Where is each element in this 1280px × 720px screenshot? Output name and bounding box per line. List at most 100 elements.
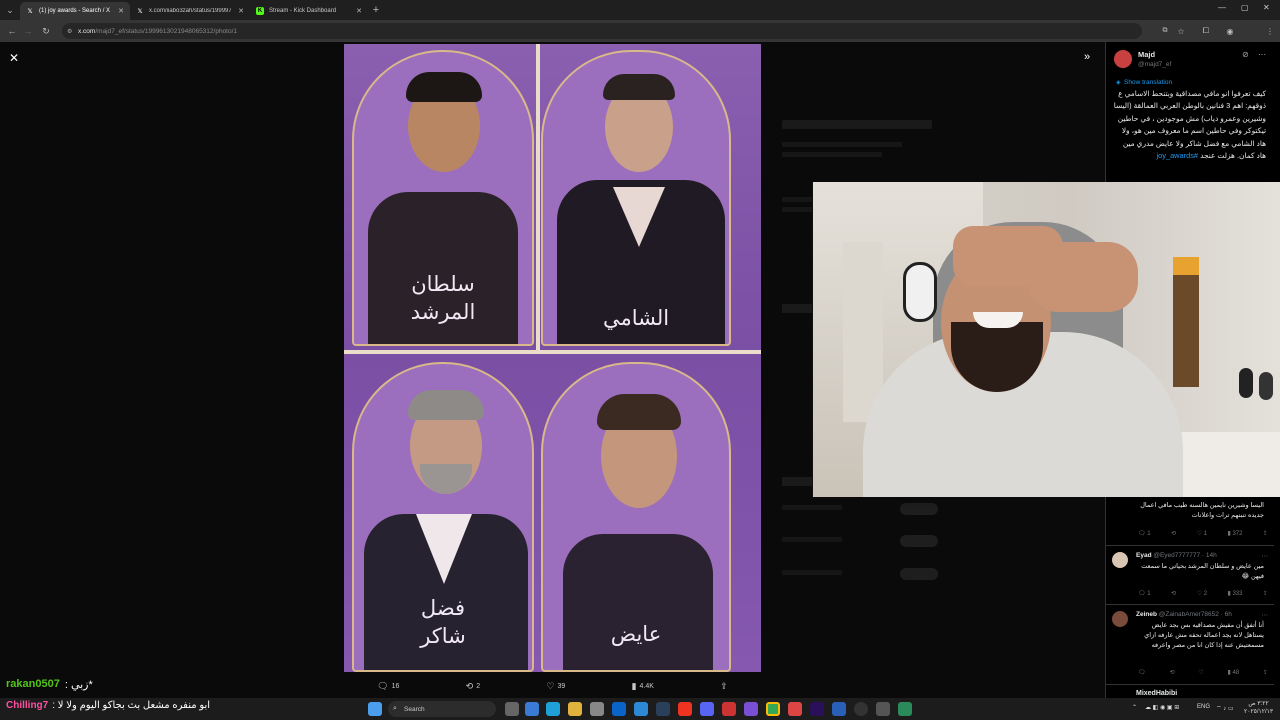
more-options-icon[interactable]: ⋯ [1258,50,1266,59]
premiere-icon[interactable] [810,702,824,716]
chrome-icon[interactable] [766,702,780,716]
share-icon[interactable]: ⇪ [1263,590,1268,597]
heart-icon[interactable]: ♡ 1 [1197,530,1207,537]
bookmark-star-icon[interactable]: ☆ [1173,27,1189,36]
more-options-icon[interactable]: ⋯ [1262,552,1269,560]
maximize-icon[interactable]: ▢ [1241,3,1249,12]
reply-icon[interactable]: 🗨 1 [1138,590,1151,597]
partial-reply-author[interactable]: MixedHabibi [1136,690,1177,697]
like-button[interactable]: ♡ 39 [546,681,565,692]
author-handle[interactable]: @majd7_ef [1138,61,1171,68]
app-icon[interactable] [788,702,802,716]
reply-item[interactable]: Eyad @Eyed7777777 · 14h ⋯ مين عايض و سلط… [1106,546,1274,605]
reply-stats: 🗨 1 ⟲ ♡ 2 ▮ 333 ⇪ [1138,590,1268,597]
views-chart-icon[interactable]: ▮ 372 [1227,530,1242,537]
translate-icon: ◈ [1116,80,1121,86]
views-button[interactable]: ▮ 4.4K [632,681,654,692]
edge-icon[interactable] [546,702,560,716]
discord-icon[interactable] [700,702,714,716]
reply-avatar[interactable] [1112,552,1128,568]
views-chart-icon[interactable]: ▮ 48 [1227,669,1239,676]
back-icon[interactable]: ← [4,26,20,36]
collapse-sidebar-icon[interactable]: » [1084,51,1090,63]
tab-kick-dashboard[interactable]: K Stream - Kick Dashboard ✕ [250,2,368,20]
share-icon[interactable]: ⇪ [1263,530,1268,537]
artist-name-line: شاكر [420,624,466,648]
taskbar-clock[interactable]: ٣:٢٢ ص ٢٠٢٥/١٢/١٣ [1244,700,1273,716]
reply-icon[interactable]: 🗨 [1138,669,1146,676]
repost-icon[interactable]: ⟲ [1171,590,1176,597]
tray-chevron-icon[interactable]: ⌃ [1132,704,1137,711]
tab-joy-awards-search[interactable]: 𝕏 (1) joy awards - Search / X ✕ [20,2,130,20]
profile-icon[interactable]: ◉ [1222,27,1238,36]
language-indicator[interactable]: ENG [1197,704,1210,710]
close-tab-icon[interactable]: ✕ [356,7,362,15]
repost-icon[interactable]: ⟲ [1169,669,1174,676]
tray-icons[interactable]: ☁ ◧ ◉ ▣ ⊞ [1145,704,1179,711]
app-icon[interactable] [832,702,846,716]
views-chart-icon[interactable]: ▮ 333 [1227,590,1242,597]
author-avatar[interactable] [1114,50,1132,68]
app-icon[interactable] [876,702,890,716]
heart-icon[interactable]: ♡ 2 [1197,590,1207,597]
app-icon[interactable] [744,702,758,716]
share-button[interactable]: ⇪ [720,681,728,692]
menu-icon[interactable]: ⋮ [1262,27,1278,36]
photos-icon[interactable] [634,702,648,716]
close-tab-icon[interactable]: ✕ [238,7,244,15]
reply-author[interactable]: Zeineb @ZainabAmer78652 · 6h [1136,611,1232,618]
kick-logo-icon: K [256,7,264,15]
close-tab-icon[interactable]: ✕ [118,7,124,15]
author-name[interactable]: Majd [1138,50,1155,59]
reply-icon[interactable]: 🗨 1 [1138,530,1151,537]
windows-start-icon[interactable] [368,702,382,716]
chat-username: rakan0507 [6,678,60,690]
heart-icon[interactable]: ♡ [1198,669,1203,676]
network-icon[interactable]: ⌔ ♪ ▭ [1216,704,1234,712]
task-view-icon[interactable] [505,702,519,716]
repost-icon: ⟲ [465,680,474,691]
outlook-icon[interactable] [612,702,626,716]
steam-icon[interactable] [656,702,670,716]
reply-stats: 🗨 1 ⟲ ♡ 1 ▮ 372 ⇪ [1138,530,1268,537]
artist-card-alshami: الشامي [541,50,731,346]
window-close-icon[interactable]: ✕ [1263,3,1270,12]
reload-icon[interactable]: ↻ [38,26,54,37]
reply-avatar[interactable] [1112,611,1128,627]
artist-card-ayed: عايض [541,362,731,672]
reply-item[interactable]: Zeineb @ZainabAmer78652 · 6h ⋯ أنا أتفق … [1106,605,1274,685]
reply-author[interactable]: Eyad @Eyed7777777 · 14h [1136,552,1217,559]
reply-item[interactable]: اليسا وشيرين نايمين هالسنه طيب مافي اعما… [1106,497,1274,546]
install-icon[interactable]: ⧉ [1157,27,1173,35]
site-info-icon[interactable]: ⚙ [67,28,72,35]
share-icon[interactable]: ⇪ [1263,669,1268,676]
url-path: /majd7_ef/status/1999613021948065312/pho… [95,27,238,35]
new-tab-button[interactable]: + [368,4,384,16]
extensions-icon[interactable]: ⧠ [1198,26,1214,36]
store-icon[interactable] [590,702,604,716]
file-explorer-icon[interactable] [568,702,582,716]
tweet-photo[interactable]: سلطان المرشد الشامي فضل شاكر عايض [344,44,761,672]
app-icon[interactable] [722,702,736,716]
reply-stats: 🗨 ⟲ ♡ ▮ 48 ⇪ [1138,669,1268,676]
repost-icon[interactable]: ⟲ [1171,530,1176,537]
taskbar-search[interactable]: ⌕ Search [388,701,496,717]
more-options-icon[interactable]: ⋯ [1262,611,1269,619]
copilot-icon[interactable] [525,702,539,716]
tab-search-icon[interactable]: ⌄ [0,5,20,16]
chat-text: *زبي : [64,679,93,691]
repost-button[interactable]: ⟲ 2 [466,681,480,692]
grok-icon[interactable]: ⊘ [1242,50,1249,59]
minimize-icon[interactable]: — [1218,3,1226,12]
tab-x-status[interactable]: 𝕏 x.com/iiabo3zah/status/199997... ✕ [130,2,250,20]
app-icon[interactable] [898,702,912,716]
reply-button[interactable]: 🗨 16 [377,681,399,692]
show-translation-link[interactable]: Show translation [1124,79,1172,86]
youtube-icon[interactable] [678,702,692,716]
forward-icon[interactable]: → [20,26,36,36]
hashtag-link[interactable]: #joy_awards [1157,151,1199,160]
address-bar[interactable]: ⚙ x.com /majd7_ef/status/199961302194806… [62,23,1142,39]
webcam-overlay [812,182,1280,497]
obs-icon[interactable] [854,702,868,716]
close-viewer-icon[interactable]: ✕ [9,51,19,65]
